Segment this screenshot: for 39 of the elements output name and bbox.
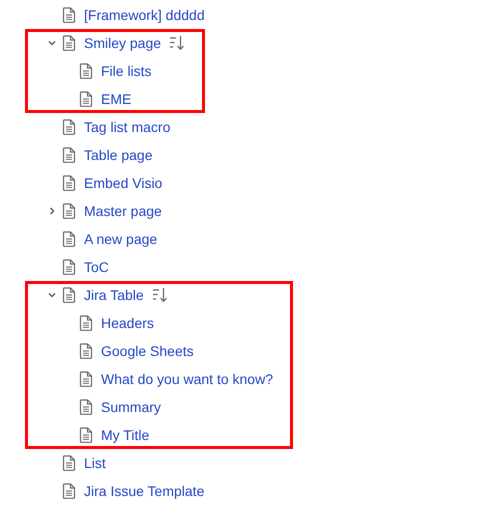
page-link[interactable]: ToC (84, 256, 109, 278)
page-link[interactable]: Tag list macro (84, 116, 170, 138)
document-icon (79, 315, 93, 331)
chevron-down-icon[interactable] (48, 39, 56, 47)
document-icon (79, 63, 93, 79)
document-icon (62, 203, 76, 219)
page-link[interactable]: A new page (84, 228, 158, 250)
document-icon (62, 455, 76, 471)
page-link[interactable]: File lists (101, 60, 152, 82)
document-icon (79, 399, 93, 415)
document-icon (62, 147, 76, 163)
page-link[interactable]: Master page (84, 200, 162, 222)
document-icon (79, 371, 93, 387)
page-link[interactable]: [Framework] ddddd (84, 4, 205, 26)
document-icon (62, 287, 76, 303)
document-icon (62, 231, 76, 247)
page-link[interactable]: Headers (101, 312, 154, 334)
page-link[interactable]: Embed Visio (84, 172, 162, 194)
page-link[interactable]: Smiley page (84, 32, 162, 54)
document-icon (79, 91, 93, 107)
document-icon (62, 483, 76, 499)
document-icon (62, 119, 76, 135)
document-icon (62, 259, 76, 275)
document-icon (62, 7, 76, 23)
document-icon (62, 35, 76, 51)
document-icon (62, 175, 76, 191)
page-link[interactable]: My Title (101, 424, 150, 446)
document-icon (79, 343, 93, 359)
chevron-right-icon[interactable] (48, 207, 56, 215)
page-link[interactable]: What do you want to know? (101, 368, 273, 390)
chevron-down-icon[interactable] (48, 291, 56, 299)
document-icon (79, 427, 93, 443)
page-link[interactable]: Summary (101, 396, 161, 418)
page-link[interactable]: List (84, 452, 106, 474)
page-link[interactable]: EME (101, 88, 132, 110)
page-link[interactable]: Google Sheets (101, 340, 194, 362)
page-link[interactable]: Jira Issue Template (84, 480, 204, 502)
page-link[interactable]: Jira Table (84, 284, 144, 306)
page-link[interactable]: Table page (84, 144, 153, 166)
